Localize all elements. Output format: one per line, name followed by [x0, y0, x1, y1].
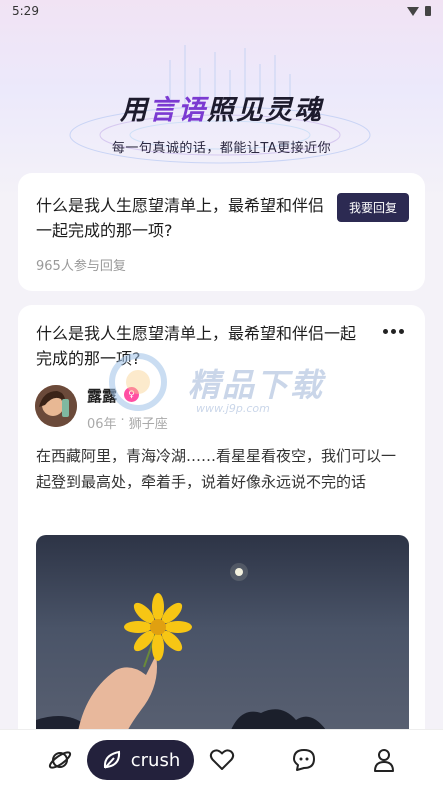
- nav-profile[interactable]: [364, 740, 404, 780]
- username[interactable]: 露露: [87, 385, 117, 406]
- battery-icon: [425, 6, 431, 16]
- banner-slogan: 用言语照见灵魂: [120, 95, 323, 126]
- participants-count: 965人参与回复: [36, 259, 126, 274]
- bottom-nav: crush: [0, 729, 443, 789]
- question-card[interactable]: 什么是我人生愿望清单上，最希望和伴侣一起完成的那一项? 我要回复 965人参与回…: [18, 173, 425, 291]
- nav-crush[interactable]: crush: [87, 740, 194, 780]
- avatar[interactable]: [35, 385, 77, 427]
- answer-photo[interactable]: [36, 535, 409, 745]
- birth-year: 06年: [87, 417, 117, 432]
- answer-question-text: 什么是我人生愿望清单上，最希望和伴侣一起完成的那一项?: [36, 324, 357, 368]
- question-text: 什么是我人生愿望清单上，最希望和伴侣一起完成的那一项?: [36, 196, 325, 240]
- zodiac: 狮子座: [128, 417, 168, 432]
- answer-text: 在西藏阿里，青海冷湖……看星星看夜空，我们可以一起登到最高处，牵着手，说着好像永…: [36, 447, 397, 491]
- reply-button[interactable]: 我要回复: [337, 193, 409, 222]
- nav-heart[interactable]: [202, 740, 242, 780]
- wifi-icon: [407, 6, 419, 16]
- meta-separator: ·: [120, 413, 125, 428]
- planet-icon: [48, 751, 72, 769]
- chat-icon: [293, 749, 315, 771]
- more-options-icon[interactable]: [378, 321, 408, 341]
- nav-planet[interactable]: [40, 740, 80, 780]
- status-time: 5:29: [12, 4, 39, 18]
- status-bar: 5:29: [0, 0, 443, 22]
- user-meta: 06年 · 狮子座: [87, 413, 168, 432]
- answer-card[interactable]: 什么是我人生愿望清单上，最希望和伴侣一起完成的那一项? 露露 ♀ 06年 · 狮…: [18, 305, 425, 745]
- heart-icon: [209, 749, 235, 770]
- avatar-image: [35, 385, 77, 427]
- night-sky-flower-image: [36, 563, 336, 745]
- banner-subtitle: 每一句真诚的话，都能让TA更接近你: [111, 141, 332, 156]
- female-icon: ♀: [124, 387, 139, 402]
- leaf-icon: [103, 750, 120, 769]
- person-icon: [374, 749, 394, 772]
- nav-chat[interactable]: [284, 740, 324, 780]
- nav-crush-label: crush: [130, 749, 181, 771]
